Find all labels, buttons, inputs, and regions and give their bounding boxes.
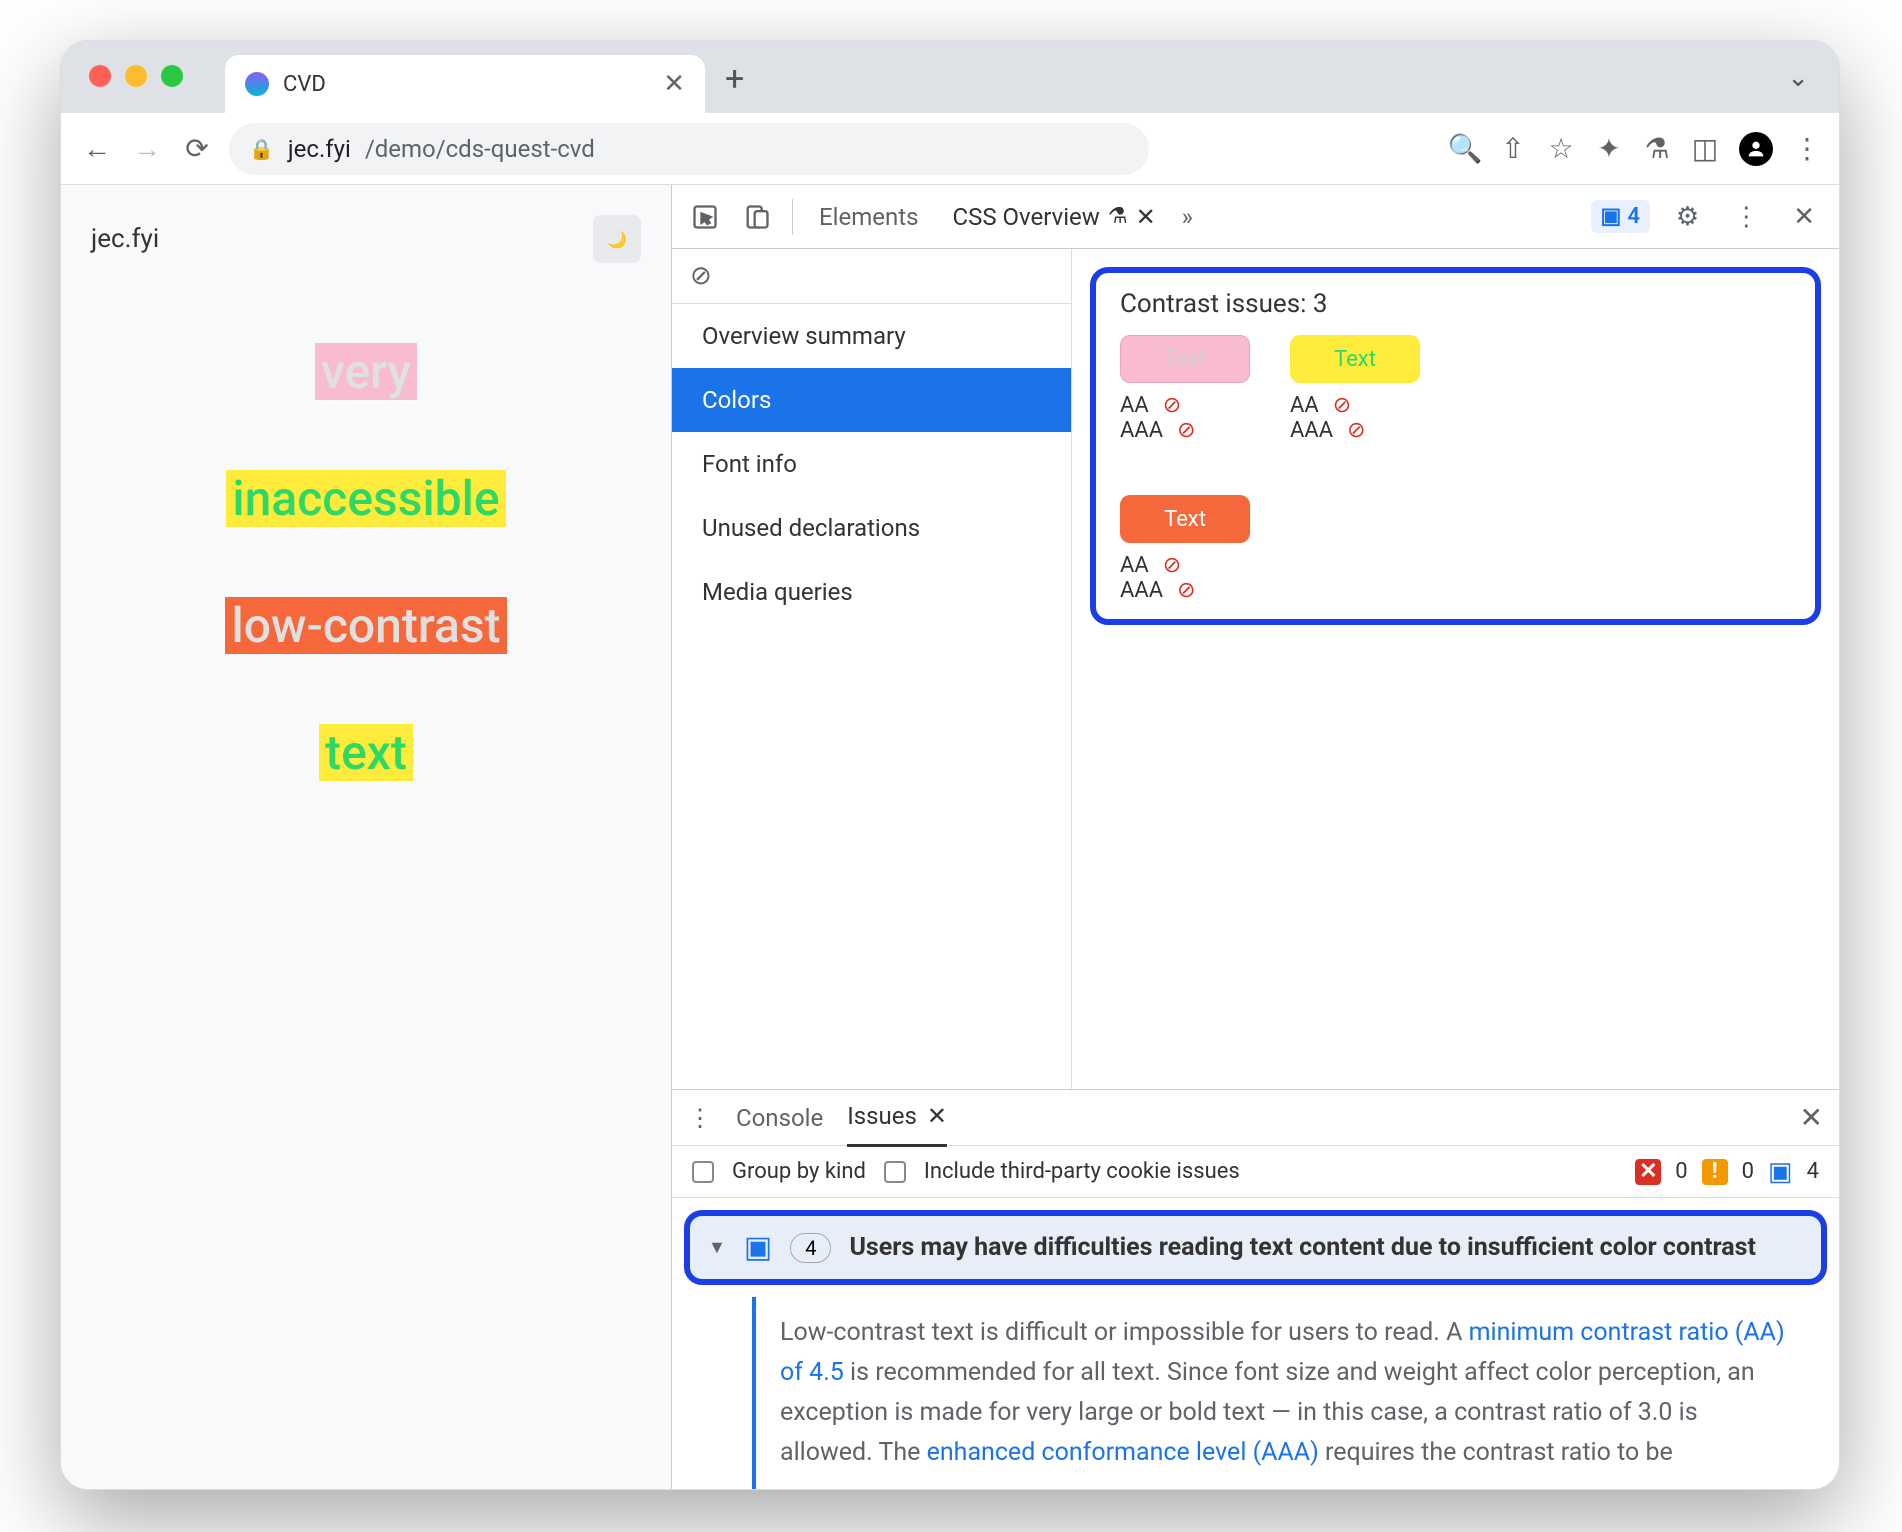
info-count: 4 <box>1807 1159 1819 1184</box>
contrast-highlight: Contrast issues: 3 Text AA⊘ AAA⊘ Text AA… <box>1090 267 1821 625</box>
info-badge-icon: ▣ <box>1768 1157 1793 1187</box>
close-devtools-icon[interactable]: ✕ <box>1785 202 1823 232</box>
profile-avatar[interactable] <box>1739 132 1773 166</box>
swatch-pink: Text <box>1120 335 1250 383</box>
warning-count: 0 <box>1742 1159 1754 1184</box>
issue-count-badge: 4 <box>790 1233 831 1263</box>
error-count: 0 <box>1675 1159 1687 1184</box>
browser-tab[interactable]: CVD ✕ <box>225 55 705 113</box>
issue-description: Low-contrast text is difficult or imposs… <box>752 1297 1809 1489</box>
forward-button[interactable]: → <box>129 131 165 167</box>
share-icon[interactable]: ⇧ <box>1499 135 1527 163</box>
site-name: jec.fyi <box>91 224 159 254</box>
issues-filter-row: Group by kind Include third-party cookie… <box>672 1146 1839 1198</box>
url-path: /demo/cds-quest-cvd <box>365 135 595 163</box>
beaker-icon: ⚗ <box>1108 204 1128 229</box>
close-drawer-icon[interactable]: ✕ <box>1800 1101 1823 1134</box>
contrast-title: Contrast issues: 3 <box>1120 289 1791 319</box>
page-viewport: jec.fyi 🌙 very inaccessible low-contrast… <box>61 185 671 1489</box>
close-icon[interactable]: ✕ <box>927 1102 947 1130</box>
lock-icon: 🔒 <box>249 137 274 161</box>
window-controls <box>89 65 183 87</box>
contrast-swatch-3[interactable]: Text AA⊘ AAA⊘ <box>1120 495 1791 603</box>
sample-text-1: very <box>315 343 417 400</box>
favicon <box>245 72 269 96</box>
fail-icon: ⊘ <box>1163 553 1181 578</box>
tab-console[interactable]: Console <box>736 1104 823 1132</box>
contrast-swatch-2[interactable]: Text AA⊘ AAA⊘ <box>1290 335 1420 443</box>
tab-issues[interactable]: Issues ✕ <box>847 1102 947 1147</box>
sample-text-3: low-contrast <box>225 597 506 654</box>
close-tab-icon[interactable]: ✕ <box>663 69 685 99</box>
close-window-button[interactable] <box>89 65 111 87</box>
css-overview-sidebar: ⊘ Overview summary Colors Font info Unus… <box>672 249 1072 1089</box>
moon-icon: 🌙 <box>607 230 627 249</box>
labs-icon[interactable]: ⚗ <box>1643 135 1671 163</box>
chat-icon: ▣ <box>1601 204 1622 229</box>
reload-button[interactable]: ⟳ <box>179 131 215 167</box>
sidebar-item-media[interactable]: Media queries <box>672 560 1071 624</box>
sample-text-4: text <box>319 724 413 781</box>
address-bar[interactable]: 🔒 jec.fyi/demo/cds-quest-cvd <box>229 123 1149 175</box>
chat-icon: ▣ <box>744 1230 772 1265</box>
maximize-window-button[interactable] <box>161 65 183 87</box>
checkbox-third-party[interactable] <box>884 1161 906 1183</box>
link-aaa-level[interactable]: enhanced conformance level (AAA) <box>927 1438 1319 1467</box>
bookmark-icon[interactable]: ☆ <box>1547 135 1575 163</box>
tab-css-overview[interactable]: CSS Overview ⚗ ✕ <box>944 203 1163 231</box>
browser-toolbar: ← → ⟳ 🔒 jec.fyi/demo/cds-quest-cvd 🔍 ⇧ ☆… <box>61 113 1839 185</box>
checkbox-group-by-kind[interactable] <box>692 1161 714 1183</box>
fail-icon: ⊘ <box>1163 393 1181 418</box>
issue-header[interactable]: ▼ ▣ 4 Users may have difficulties readin… <box>684 1210 1827 1285</box>
drawer-menu-icon[interactable]: ⋮ <box>688 1104 712 1132</box>
swatch-yellow: Text <box>1290 335 1420 383</box>
sample-text-2: inaccessible <box>226 470 505 527</box>
fail-icon: ⊘ <box>1347 418 1365 443</box>
theme-toggle-button[interactable]: 🌙 <box>593 215 641 263</box>
drawer-tabstrip: ⋮ Console Issues ✕ ✕ <box>672 1090 1839 1146</box>
sidepanel-icon[interactable]: ◫ <box>1691 135 1719 163</box>
swatch-orange: Text <box>1120 495 1250 543</box>
label-group-by-kind: Group by kind <box>732 1159 866 1184</box>
sidebar-item-font[interactable]: Font info <box>672 432 1071 496</box>
fail-icon: ⊘ <box>1333 393 1351 418</box>
contrast-swatch-1[interactable]: Text AA⊘ AAA⊘ <box>1120 335 1250 443</box>
devtools-panel: Elements CSS Overview ⚗ ✕ » ▣ 4 ⚙ ⋮ ✕ ⊘ <box>671 185 1839 1489</box>
fail-icon: ⊘ <box>1177 418 1195 443</box>
contrast-panel: Contrast issues: 3 Text AA⊘ AAA⊘ Text AA… <box>1072 249 1839 1089</box>
tab-elements[interactable]: Elements <box>811 203 926 231</box>
browser-tabstrip: CVD ✕ + ⌄ <box>61 41 1839 113</box>
url-host: jec.fyi <box>288 135 351 163</box>
warning-badge-icon: ! <box>1702 1159 1728 1185</box>
error-badge-icon: ✕ <box>1635 1159 1661 1185</box>
back-button[interactable]: ← <box>79 131 115 167</box>
menu-icon[interactable]: ⋮ <box>1793 135 1821 163</box>
device-icon[interactable] <box>740 200 774 234</box>
sidebar-item-overview[interactable]: Overview summary <box>672 304 1071 368</box>
kebab-icon[interactable]: ⋮ <box>1725 202 1767 232</box>
sidebar-item-colors[interactable]: Colors <box>672 368 1071 432</box>
extensions-icon[interactable]: ✦ <box>1595 135 1623 163</box>
more-tabs-icon[interactable]: » <box>1182 203 1193 231</box>
fail-icon: ⊘ <box>1177 578 1195 603</box>
settings-icon[interactable]: ⚙ <box>1668 202 1707 232</box>
close-tab-icon[interactable]: ✕ <box>1136 203 1156 231</box>
issues-badge[interactable]: ▣ 4 <box>1591 200 1650 233</box>
sidebar-item-unused[interactable]: Unused declarations <box>672 496 1071 560</box>
inspect-icon[interactable] <box>688 200 722 234</box>
devtools-drawer: ⋮ Console Issues ✕ ✕ Group by kind Inclu… <box>672 1089 1839 1489</box>
clear-icon[interactable]: ⊘ <box>672 249 1071 304</box>
devtools-tabstrip: Elements CSS Overview ⚗ ✕ » ▣ 4 ⚙ ⋮ ✕ <box>672 185 1839 249</box>
tab-title: CVD <box>283 72 649 97</box>
label-third-party: Include third-party cookie issues <box>924 1159 1240 1184</box>
issue-title: Users may have difficulties reading text… <box>849 1233 1803 1262</box>
tabs-dropdown-icon[interactable]: ⌄ <box>1787 63 1809 93</box>
disclosure-triangle-icon[interactable]: ▼ <box>708 1237 726 1258</box>
new-tab-button[interactable]: + <box>725 59 744 99</box>
search-icon[interactable]: 🔍 <box>1451 135 1479 163</box>
minimize-window-button[interactable] <box>125 65 147 87</box>
